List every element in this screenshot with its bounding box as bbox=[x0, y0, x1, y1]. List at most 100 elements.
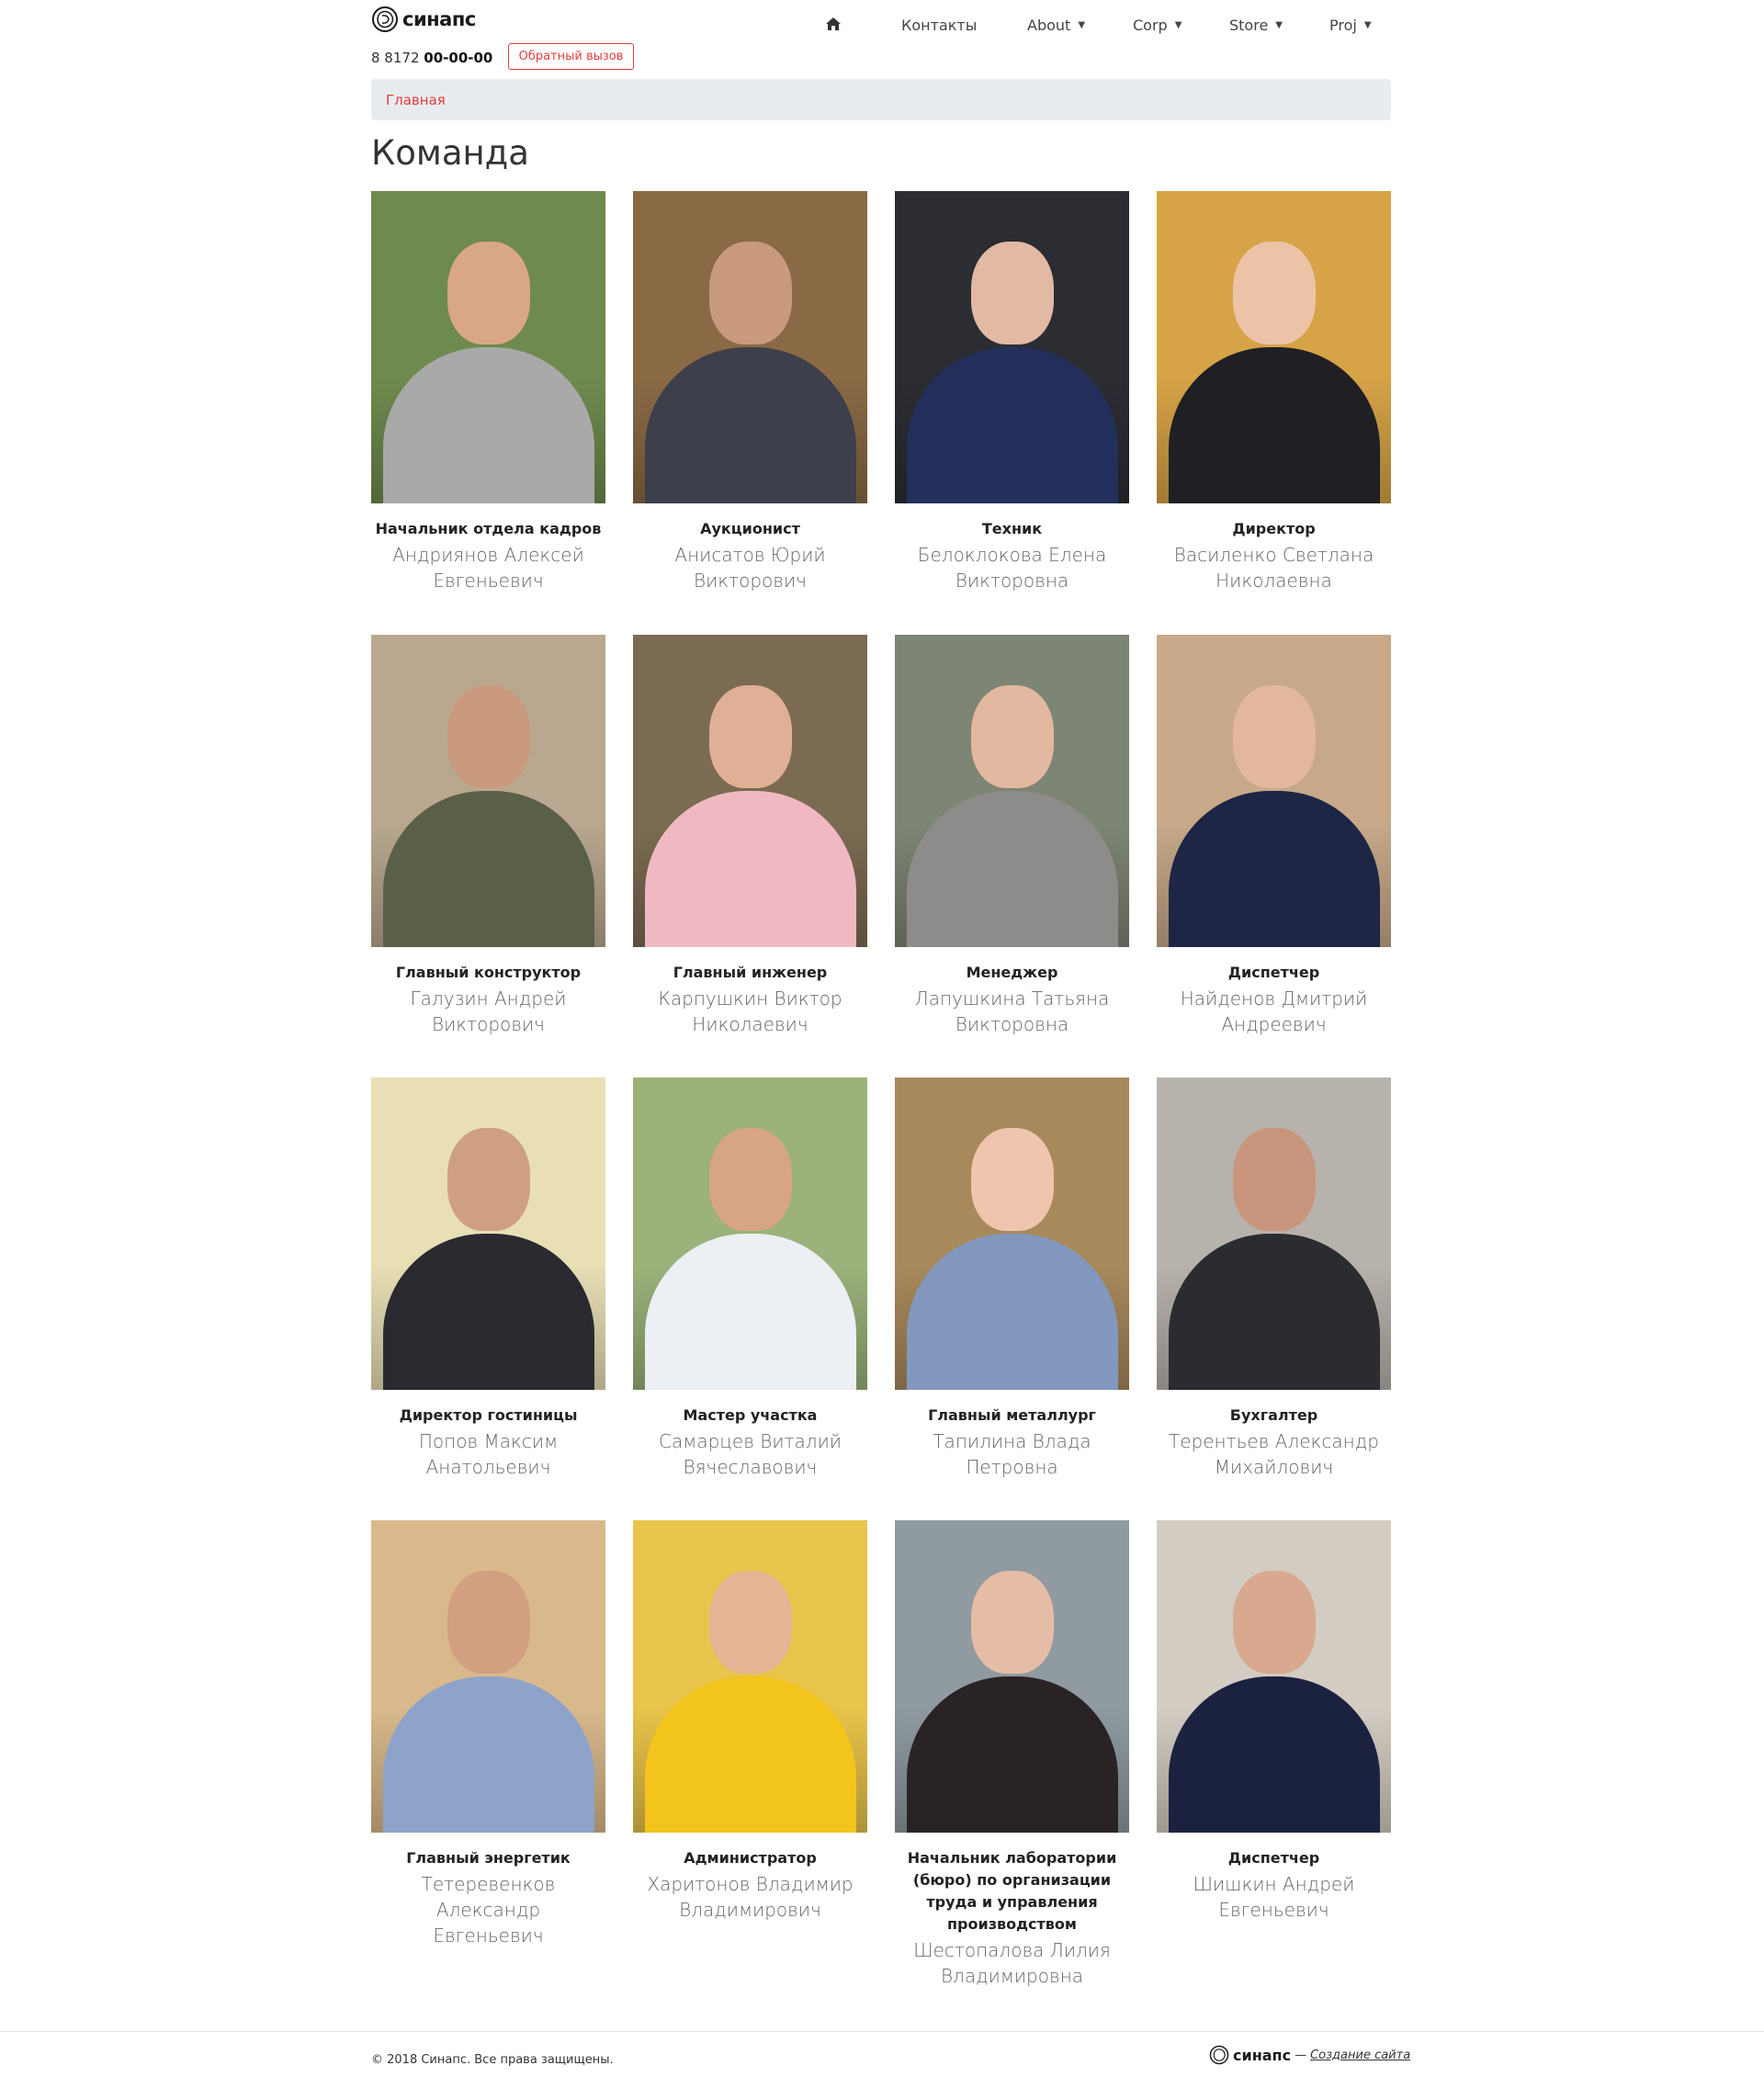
name-line: Тетеревенков Александр bbox=[421, 1873, 556, 1921]
name-line: Владимирович bbox=[679, 1899, 821, 1921]
name-line: Найденов Дмитрий bbox=[1180, 988, 1368, 1010]
nav-item-proj[interactable]: Proj ▼ bbox=[1329, 17, 1372, 34]
team-member-card: Диспетчер Шишкин Андрей Евгеньевич bbox=[1157, 1520, 1391, 1923]
nav-item-label: Proj bbox=[1329, 17, 1357, 34]
team-member-photo bbox=[1157, 191, 1391, 503]
team-member-card: Администратор Харитонов Владимир Владимиро… bbox=[633, 1520, 867, 1923]
team-member-card: Бухгалтер Терентьев Александр Михайлович bbox=[1157, 1078, 1391, 1480]
footer-logo-icon bbox=[1209, 2045, 1229, 2065]
team-member-role: Мастер участка bbox=[683, 1406, 818, 1424]
name-line: Викторович bbox=[694, 570, 807, 592]
team-member-name: Карпушкин Виктор Николаевич bbox=[633, 986, 867, 1037]
team-member-name: Василенко Светлана Николаевна bbox=[1157, 542, 1391, 593]
footer-divider bbox=[0, 2031, 1764, 2032]
team-member-role: Главный металлург bbox=[928, 1406, 1096, 1424]
team-member-card: Главный металлург Тапилина Влада Петровна bbox=[895, 1078, 1129, 1480]
team-member-name: Попов Максим Анатольевич bbox=[371, 1428, 605, 1480]
name-line: Михайлович bbox=[1214, 1456, 1334, 1478]
name-line: Самарцев Виталий bbox=[659, 1430, 842, 1452]
team-member-name: Самарцев Виталий Вячеславович bbox=[633, 1428, 867, 1480]
team-member-photo bbox=[1157, 1078, 1391, 1390]
name-line: Анисатов Юрий bbox=[674, 544, 826, 566]
footer-credit-link[interactable]: Создание сайта bbox=[1310, 2048, 1410, 2062]
team-member-role: Директор гостиницы bbox=[399, 1406, 578, 1424]
team-member-role: Директор bbox=[1232, 520, 1316, 537]
team-member-card: Аукционист Анисатов Юрий Викторович bbox=[633, 191, 867, 593]
chevron-down-icon: ▼ bbox=[1174, 20, 1182, 30]
breadcrumb: Главная bbox=[371, 79, 1391, 120]
nav-item-store[interactable]: Store ▼ bbox=[1229, 17, 1283, 34]
name-line: Николаевна bbox=[1216, 570, 1332, 592]
name-line: Харитонов Владимир bbox=[647, 1873, 854, 1895]
team-member-name: Галузин Андрей Викторович bbox=[371, 986, 605, 1037]
name-line: Шишкин Андрей bbox=[1193, 1873, 1355, 1895]
team-member-role: Диспетчер bbox=[1227, 964, 1320, 981]
name-line: Викторович bbox=[432, 1013, 545, 1035]
name-line: Анатольевич bbox=[425, 1456, 551, 1478]
name-line: Карпушкин Виктор bbox=[658, 988, 842, 1010]
team-member-role: Главный инженер bbox=[673, 964, 828, 981]
team-member-name: Андриянов Алексей Евгеньевич bbox=[371, 542, 605, 593]
team-member-role: Бухгалтер bbox=[1229, 1406, 1318, 1424]
name-line: Галузин Андрей bbox=[410, 988, 567, 1010]
name-line: Евгеньевич bbox=[1218, 1899, 1329, 1921]
team-member-card: Техник Белоклокова Елена Викторовна bbox=[895, 191, 1129, 593]
team-member-photo bbox=[895, 635, 1129, 947]
name-line: Евгеньевич bbox=[433, 1924, 544, 1947]
team-member-role: Техник bbox=[981, 520, 1043, 537]
name-line: Вячеславович bbox=[683, 1456, 818, 1478]
phone-prefix: 8 8172 bbox=[371, 50, 420, 66]
name-line: Попов Максим bbox=[418, 1430, 559, 1452]
team-member-card: Начальник лаборатории (бюро) по организа… bbox=[895, 1520, 1129, 1989]
team-member-name: Харитонов Владимир Владимирович bbox=[633, 1871, 867, 1923]
team-member-name: Тапилина Влада Петровна bbox=[895, 1428, 1129, 1480]
team-member-card: Мастер участка Самарцев Виталий Вячеславов… bbox=[633, 1078, 867, 1480]
nav-home[interactable] bbox=[825, 17, 842, 31]
team-member-card: Главный энергетик Тетеревенков Александр Е… bbox=[371, 1520, 605, 1948]
team-member-role: Администратор bbox=[684, 1849, 817, 1867]
footer-copyright: © 2018 Синапс. Все права защищены. bbox=[371, 2053, 614, 2067]
nav-item-label: About bbox=[1027, 17, 1071, 34]
chevron-down-icon: ▼ bbox=[1363, 20, 1372, 30]
name-line: Лапушкина Татьяна bbox=[914, 988, 1110, 1010]
nav-item-corp[interactable]: Corp ▼ bbox=[1133, 17, 1182, 34]
nav-item-contacts[interactable]: Контакты bbox=[901, 17, 977, 34]
name-line: Владимировна bbox=[940, 1965, 1084, 1987]
team-member-name: Тетеревенков Александр Евгеньевич bbox=[371, 1871, 605, 1948]
team-member-photo bbox=[633, 1078, 867, 1390]
name-line: Андреевич bbox=[1221, 1013, 1327, 1035]
team-member-photo bbox=[371, 191, 605, 503]
breadcrumb-home-link[interactable]: Главная bbox=[386, 92, 446, 108]
team-member-photo bbox=[1157, 635, 1391, 947]
name-line: Петровна bbox=[966, 1456, 1058, 1478]
team-member-photo bbox=[633, 191, 867, 503]
phone-number: 8 8172 00-00-00 bbox=[371, 50, 492, 66]
name-line: Викторовна bbox=[955, 1013, 1069, 1035]
team-member-card: Начальник отдела кадров Андриянов Алексей… bbox=[371, 191, 605, 593]
team-member-name: Лапушкина Татьяна Викторовна bbox=[895, 986, 1129, 1037]
nav-item-label: Corp bbox=[1133, 17, 1168, 34]
team-member-card: Директор Василенко Светлана Николаевна bbox=[1157, 191, 1391, 593]
team-member-photo bbox=[371, 1520, 605, 1833]
team-member-photo bbox=[371, 1078, 605, 1390]
team-member-name: Шишкин Андрей Евгеньевич bbox=[1157, 1871, 1391, 1923]
nav-item-label: Store bbox=[1229, 17, 1269, 34]
team-member-photo bbox=[1157, 1520, 1391, 1833]
team-member-card: Главный инженер Карпушкин Виктор Николаеви… bbox=[633, 635, 867, 1037]
main-nav: Контакты About ▼ Corp ▼ Store ▼ Proj ▼ bbox=[371, 0, 1391, 51]
phone-main: 00-00-00 bbox=[424, 50, 493, 66]
nav-item-about[interactable]: About ▼ bbox=[1027, 17, 1085, 34]
team-member-role: Менеджер bbox=[966, 964, 1058, 981]
team-member-name: Белоклокова Елена Викторовна bbox=[895, 542, 1129, 593]
team-member-role: Главный энергетик bbox=[406, 1849, 571, 1867]
team-member-card: Менеджер Лапушкина Татьяна Викторовна bbox=[895, 635, 1129, 1037]
team-member-photo bbox=[633, 635, 867, 947]
name-line: Викторовна bbox=[955, 570, 1069, 592]
name-line: Шестопалова Лилия bbox=[913, 1939, 1111, 1961]
team-member-name: Терентьев Александр Михайлович bbox=[1157, 1428, 1391, 1480]
team-member-photo bbox=[895, 1078, 1129, 1390]
chevron-down-icon: ▼ bbox=[1078, 20, 1086, 30]
team-member-role: Начальник лаборатории (бюро) по организа… bbox=[907, 1849, 1117, 1933]
footer-dash: — bbox=[1295, 2048, 1307, 2062]
team-member-role: Главный конструктор bbox=[395, 964, 582, 981]
